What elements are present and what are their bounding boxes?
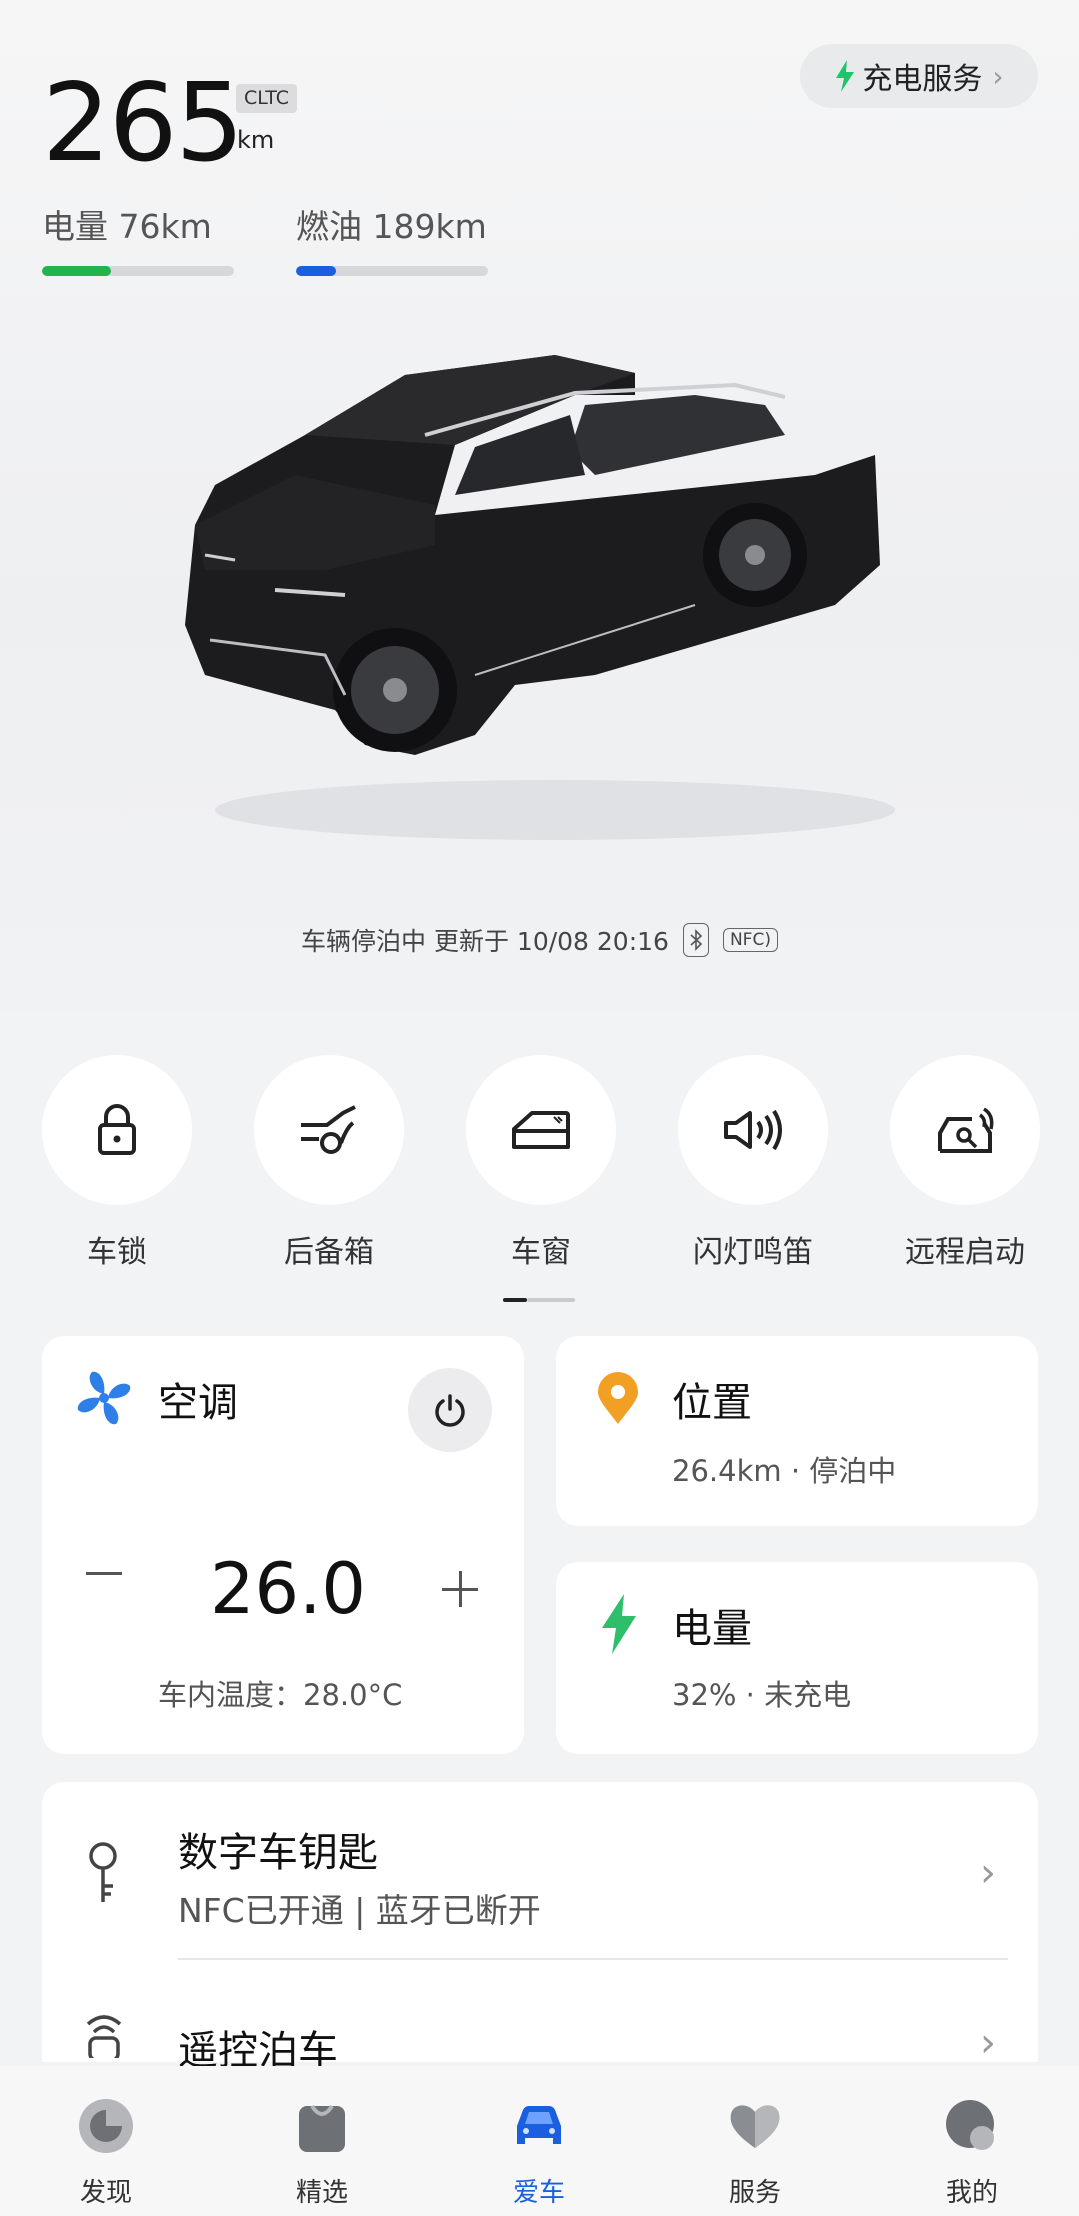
key-icon xyxy=(89,1842,117,1902)
location-pin-icon xyxy=(598,1372,638,1424)
fuel-range-fill xyxy=(296,266,337,276)
tab-discover[interactable]: 发现 xyxy=(46,2066,166,2216)
total-range-value: 265 xyxy=(42,61,244,186)
temperature-increase-button-v[interactable] xyxy=(459,1571,462,1607)
power-icon xyxy=(435,1394,465,1427)
lock-icon xyxy=(98,1104,136,1155)
bluetooth-icon xyxy=(682,923,709,957)
tab-label: 爱车 xyxy=(512,2178,565,2208)
vehicle-status-text: 车辆停泊中 更新于 10/08 20:16 xyxy=(301,927,669,956)
trunk-label: 后备箱 xyxy=(284,1235,374,1270)
fuel-range-bar xyxy=(296,266,488,276)
tab-featured[interactable]: 精选 xyxy=(262,2066,382,2216)
tab-label: 服务 xyxy=(728,2178,781,2208)
tab-label: 我的 xyxy=(945,2178,998,2208)
digital-key-detail: NFC已开通 | 蓝牙已断开 xyxy=(178,1891,541,1930)
profile-icon xyxy=(946,2100,994,2150)
charge-service-button[interactable]: 充电服务 › xyxy=(800,44,1038,108)
temperature-setpoint: 26.0 xyxy=(210,1548,366,1630)
window-control[interactable]: 车窗 xyxy=(466,1055,616,1271)
trunk-control[interactable]: 后备箱 xyxy=(254,1055,404,1271)
bottom-tab-bar: 发现 精选 爱车 服务 我的 xyxy=(0,2066,1079,2216)
digital-key-title: 数字车钥匙 xyxy=(178,1830,378,1876)
heart-icon xyxy=(730,2105,780,2148)
chevron-right-icon: › xyxy=(992,59,1004,93)
climate-title: 空调 xyxy=(158,1380,238,1426)
discover-icon xyxy=(79,2099,133,2153)
car-icon xyxy=(517,2106,561,2144)
pager-dot xyxy=(527,1298,575,1302)
remote-start-label: 远程启动 xyxy=(905,1235,1025,1270)
fan-icon xyxy=(77,1371,131,1425)
electric-range-bar xyxy=(42,266,234,276)
trunk-icon xyxy=(301,1105,356,1154)
location-detail: 26.4km · 停泊中 xyxy=(672,1454,897,1488)
electric-range-fill xyxy=(42,266,112,276)
divider xyxy=(178,1958,1008,1960)
location-card[interactable] xyxy=(556,1336,1038,1526)
battery-title: 电量 xyxy=(672,1606,752,1652)
location-title: 位置 xyxy=(672,1380,752,1426)
horn-icon xyxy=(724,1109,782,1151)
pager-dot-active xyxy=(503,1298,527,1302)
lock-control[interactable]: 车锁 xyxy=(42,1055,192,1271)
tab-service[interactable]: 服务 xyxy=(695,2066,815,2216)
vehicle-image xyxy=(185,355,895,840)
battery-card[interactable] xyxy=(556,1562,1038,1754)
tab-profile[interactable]: 我的 xyxy=(912,2066,1032,2216)
horn-label: 闪灯鸣笛 xyxy=(693,1235,813,1270)
charge-service-label: 充电服务 xyxy=(862,62,983,97)
window-icon xyxy=(512,1111,570,1149)
window-label: 车窗 xyxy=(511,1235,571,1270)
electric-range-label: 电量 76km xyxy=(42,207,212,246)
quick-controls: 车锁 后备箱 车窗 闪灯鸣笛 远程启动 xyxy=(0,1055,1079,1270)
fuel-range-label: 燃油 189km xyxy=(296,207,487,246)
lightning-icon xyxy=(602,1594,636,1654)
range-standard-badge: CLTC xyxy=(236,84,297,113)
lightning-icon xyxy=(836,60,855,92)
remote-start-icon xyxy=(938,1107,994,1153)
shopping-bag-icon xyxy=(299,2104,345,2152)
tab-my-car[interactable]: 爱车 xyxy=(479,2066,599,2216)
chevron-right-icon[interactable]: › xyxy=(980,2020,996,2066)
nfc-badge: NFC) xyxy=(722,928,778,952)
tab-label: 精选 xyxy=(295,2178,348,2208)
climate-power-button[interactable] xyxy=(408,1368,492,1452)
vehicle-status: 车辆停泊中 更新于 10/08 20:16 NFC) xyxy=(0,922,1079,958)
cabin-temperature: 车内温度：28.0°C xyxy=(158,1678,403,1712)
remote-parking-icon xyxy=(86,2015,122,2058)
battery-detail: 32% · 未充电 xyxy=(672,1678,852,1712)
remote-start-control[interactable]: 远程启动 xyxy=(890,1055,1040,1271)
lock-label: 车锁 xyxy=(87,1235,147,1270)
tab-label: 发现 xyxy=(79,2178,132,2208)
chevron-right-icon[interactable]: › xyxy=(980,1850,996,1896)
horn-control[interactable]: 闪灯鸣笛 xyxy=(678,1055,828,1271)
range-unit: km xyxy=(237,126,275,154)
temperature-decrease-button[interactable] xyxy=(86,1572,122,1575)
